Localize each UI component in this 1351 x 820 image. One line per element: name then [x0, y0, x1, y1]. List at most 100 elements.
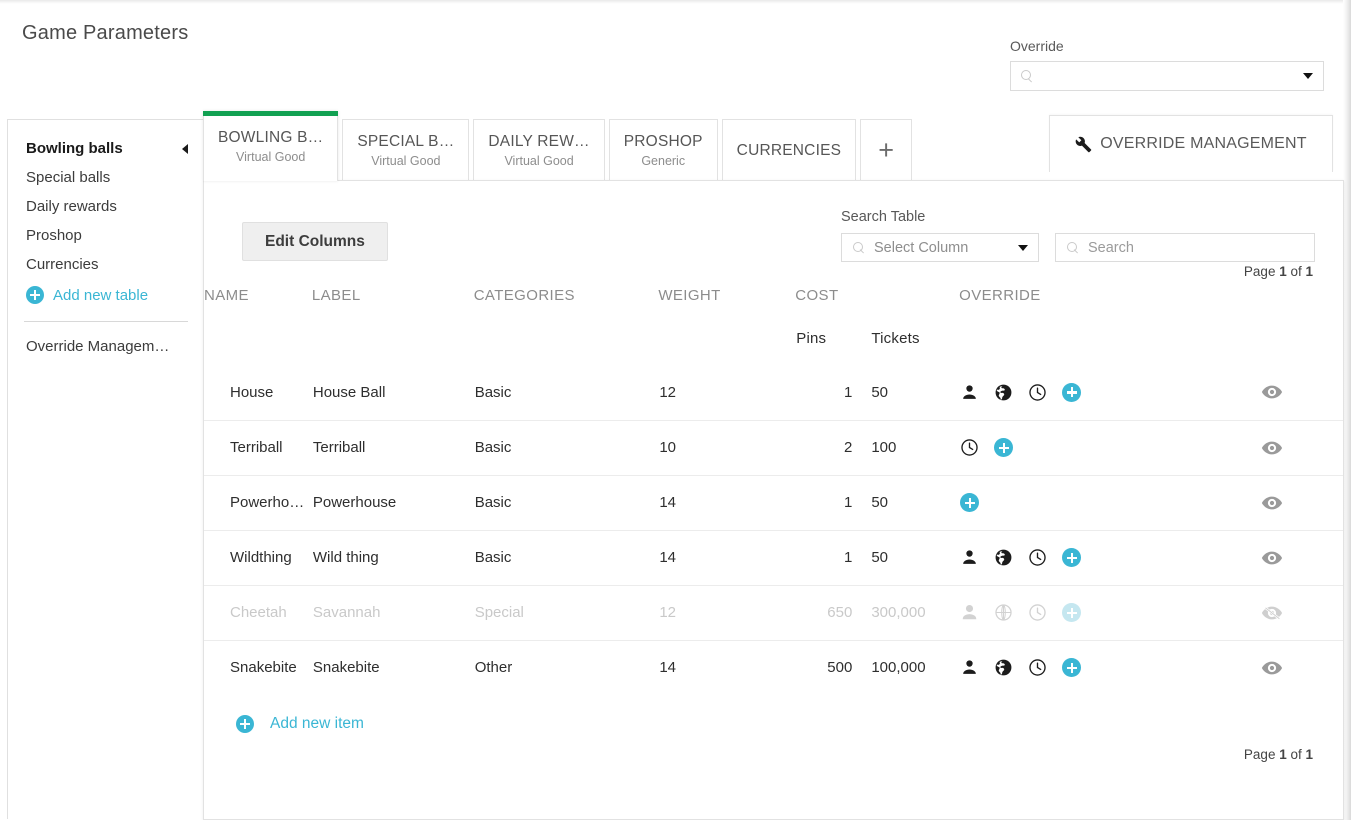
person-icon[interactable]: [960, 658, 979, 677]
cell-visibility: [1260, 365, 1343, 420]
plus-icon: +: [878, 137, 894, 164]
plus-circle-icon[interactable]: [960, 493, 979, 512]
person-icon[interactable]: [960, 548, 979, 567]
globe-icon[interactable]: [994, 548, 1013, 567]
globe-icon[interactable]: [994, 383, 1013, 402]
subheader-spacer: [658, 329, 795, 365]
table-header-row: NAME LABEL CATEGORIES WEIGHT COST OVERRI…: [204, 287, 1343, 329]
page-title: Game Parameters: [22, 22, 188, 45]
cell-tickets: 100,000: [853, 640, 959, 695]
cell-weight: 12: [658, 585, 795, 640]
plus-circle-icon[interactable]: [1062, 658, 1081, 677]
table-row[interactable]: Cheetah Savannah Special 12 650 300,000: [204, 585, 1343, 640]
tab-proshop[interactable]: PROSHOP Generic: [609, 119, 718, 181]
sidebar-item-daily-rewards[interactable]: Daily rewards: [8, 192, 204, 221]
cell-label: Wild thing: [312, 530, 474, 585]
chevron-down-icon[interactable]: [1018, 245, 1028, 251]
add-new-item-button[interactable]: Add new item: [204, 695, 1343, 733]
globe-icon[interactable]: [994, 603, 1013, 622]
cell-tickets: 50: [853, 530, 959, 585]
sidebar-divider: [24, 321, 188, 322]
tab-subtitle: Virtual Good: [236, 150, 305, 164]
col-header-categories[interactable]: CATEGORIES: [474, 287, 659, 329]
sidebar-item-label: Special balls: [26, 169, 110, 186]
pagination-middle: of: [1287, 747, 1306, 762]
cell-categories: Special: [474, 585, 659, 640]
cell-override: [959, 530, 1260, 585]
clock-icon[interactable]: [1028, 548, 1047, 567]
tab-title: PROSHOP: [624, 133, 703, 151]
plus-circle-icon[interactable]: [1062, 383, 1081, 402]
override-management-tab[interactable]: OVERRIDE MANAGEMENT: [1049, 115, 1333, 172]
cell-visibility: [1260, 420, 1343, 475]
tab-currencies[interactable]: CURRENCIES: [722, 119, 856, 181]
plus-circle-icon[interactable]: [994, 438, 1013, 457]
person-icon[interactable]: [960, 383, 979, 402]
table-row[interactable]: Powerho… Powerhouse Basic 14 1 50: [204, 475, 1343, 530]
tab-bowling-balls[interactable]: BOWLING B… Virtual Good: [203, 111, 338, 181]
search-input[interactable]: Search: [1055, 233, 1315, 262]
select-column-dropdown[interactable]: Select Column: [841, 233, 1039, 262]
person-icon[interactable]: [960, 603, 979, 622]
cell-override: [959, 475, 1260, 530]
plus-circle-icon[interactable]: [1062, 548, 1081, 567]
clock-icon[interactable]: [1028, 658, 1047, 677]
sidebar-item-proshop[interactable]: Proshop: [8, 221, 204, 250]
search-icon: [1021, 70, 1033, 82]
pagination-top: Page 1 of 1: [1244, 264, 1313, 279]
table-body: House House Ball Basic 12 1 50: [204, 365, 1343, 695]
table-row[interactable]: Snakebite Snakebite Other 14 500 100,000: [204, 640, 1343, 695]
eye-icon[interactable]: [1261, 492, 1342, 514]
pagination-total: 1: [1305, 264, 1313, 279]
subheader-spacer: [312, 329, 474, 365]
col-subheader-tickets: Tickets: [853, 329, 959, 365]
table-row[interactable]: Terriball Terriball Basic 10 2 100: [204, 420, 1343, 475]
cell-override: [959, 365, 1260, 420]
col-header-label[interactable]: LABEL: [312, 287, 474, 329]
cell-weight: 10: [658, 420, 795, 475]
sidebar-item-special-balls[interactable]: Special balls: [8, 163, 204, 192]
plus-circle-icon[interactable]: [1062, 603, 1081, 622]
cell-weight: 12: [658, 365, 795, 420]
sidebar-item-override-management[interactable]: Override Managem…: [8, 332, 204, 361]
eye-icon[interactable]: [1261, 381, 1342, 403]
tab-bar: BOWLING B… Virtual Good SPECIAL B… Virtu…: [203, 111, 916, 181]
add-tab-button[interactable]: +: [860, 119, 912, 181]
subheader-spacer: [474, 329, 659, 365]
cell-override: [959, 420, 1260, 475]
clock-icon[interactable]: [960, 438, 979, 457]
cell-categories: Other: [474, 640, 659, 695]
clock-icon[interactable]: [1028, 383, 1047, 402]
add-new-table-button[interactable]: Add new table: [8, 279, 204, 311]
sidebar-item-bowling-balls[interactable]: Bowling balls: [8, 134, 204, 163]
table-row[interactable]: Wildthing Wild thing Basic 14 1 50: [204, 530, 1343, 585]
sidebar-item-currencies[interactable]: Currencies: [8, 250, 204, 279]
globe-icon[interactable]: [994, 658, 1013, 677]
eye-off-icon[interactable]: [1261, 602, 1342, 624]
caret-left-icon[interactable]: [182, 144, 188, 154]
cell-name: Terriball: [204, 420, 312, 475]
pagination-prefix: Page: [1244, 747, 1279, 762]
col-header-name[interactable]: NAME: [204, 287, 312, 329]
sidebar-item-label: Bowling balls: [26, 140, 123, 157]
override-select-input[interactable]: [1010, 61, 1324, 91]
chevron-down-icon[interactable]: [1303, 73, 1313, 79]
eye-icon[interactable]: [1261, 547, 1342, 569]
eye-icon[interactable]: [1261, 437, 1342, 459]
tab-daily-rewards[interactable]: DAILY REW… Virtual Good: [473, 119, 604, 181]
table-row[interactable]: House House Ball Basic 12 1 50: [204, 365, 1343, 420]
clock-icon[interactable]: [1028, 603, 1047, 622]
tab-special-balls[interactable]: SPECIAL B… Virtual Good: [342, 119, 469, 181]
edit-columns-button[interactable]: Edit Columns: [242, 222, 388, 261]
cell-visibility: [1260, 530, 1343, 585]
cell-name: Wildthing: [204, 530, 312, 585]
table-toolbar: Edit Columns Search Table Select Column …: [204, 181, 1343, 287]
cell-tickets: 100: [853, 420, 959, 475]
pagination-current: 1: [1279, 264, 1287, 279]
override-selector: Override: [1010, 38, 1324, 91]
tab-title: DAILY REW…: [488, 133, 589, 151]
col-header-weight[interactable]: WEIGHT: [658, 287, 795, 329]
eye-icon[interactable]: [1261, 657, 1342, 679]
cell-override: [959, 640, 1260, 695]
col-header-cost[interactable]: COST: [795, 287, 959, 329]
